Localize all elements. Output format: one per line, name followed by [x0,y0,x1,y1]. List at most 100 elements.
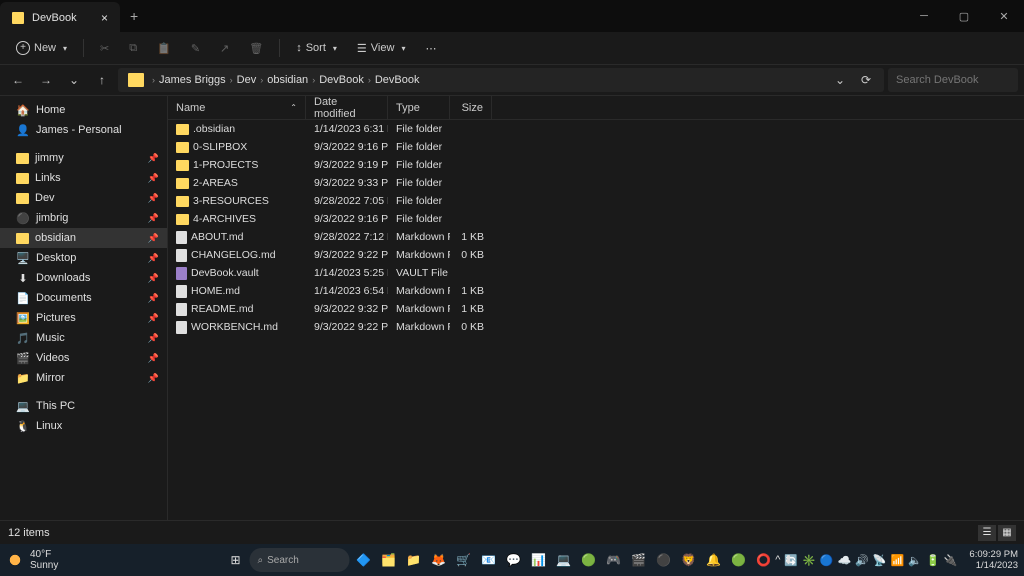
taskbar-app[interactable]: ⬇ [778,549,800,571]
taskbar-app[interactable]: 🦁 [678,549,700,571]
rename-button[interactable]: ✎ [183,38,208,59]
taskbar-app[interactable]: 🎬 [628,549,650,571]
sidebar-item-documents[interactable]: 📄Documents 📌 [0,288,167,308]
tray-icon[interactable]: 📶 [891,554,905,567]
file-size: 0 KB [450,249,492,261]
taskbar-app[interactable]: 🟢 [728,549,750,571]
taskbar-app[interactable]: 🔷 [353,549,375,571]
crumb-3[interactable]: DevBook [319,74,364,86]
sidebar-item-jimbrig[interactable]: ⚫jimbrig 📌 [0,208,167,228]
taskbar-app[interactable]: 🎮 [603,549,625,571]
taskbar-app[interactable]: 📧 [478,549,500,571]
sidebar-item-label: jimmy [35,152,64,164]
new-tab-button[interactable]: + [120,8,148,24]
sidebar-item-this-pc[interactable]: 💻This PC [0,396,167,416]
folder-icon [12,12,24,24]
taskbar-app[interactable]: 🦊 [428,549,450,571]
up-button[interactable]: ↑ [90,68,114,92]
taskbar-app[interactable]: 💬 [503,549,525,571]
paste-button[interactable]: 📋 [149,38,179,59]
crumb-1[interactable]: Dev [237,74,257,86]
sidebar-item-pictures[interactable]: 🖼️Pictures 📌 [0,308,167,328]
taskbar-app[interactable]: ⚫ [653,549,675,571]
taskbar-app[interactable]: 🟢 [578,549,600,571]
taskbar-search[interactable]: ⌕ Search [250,548,350,572]
forward-button[interactable]: → [34,68,58,92]
file-row[interactable]: 1-PROJECTS 9/3/2022 9:19 PM File folder [168,156,1024,174]
refresh-button[interactable]: ⟳ [854,68,878,92]
recent-button[interactable]: ⌄ [62,68,86,92]
file-row[interactable]: 0-SLIPBOX 9/3/2022 9:16 PM File folder [168,138,1024,156]
sidebar-item-dev[interactable]: Dev 📌 [0,188,167,208]
sort-button[interactable]: ↕ Sort [288,38,345,58]
weather-widget[interactable]: 40°F Sunny [6,549,58,571]
crumb-0[interactable]: James Briggs [159,74,226,86]
tray-icon[interactable]: 📡 [873,554,887,567]
tab-devbook[interactable]: DevBook × [0,2,120,34]
col-type[interactable]: Type [388,96,450,119]
sidebar-item-james---personal[interactable]: 👤James - Personal [0,120,167,140]
crumb-2[interactable]: obsidian [267,74,308,86]
taskbar-app[interactable]: 🔔 [703,549,725,571]
taskbar-app[interactable]: ⭕ [753,549,775,571]
close-button[interactable]: ✕ [984,0,1024,32]
taskbar-app[interactable]: 🗂️ [378,549,400,571]
file-row[interactable]: .obsidian 1/14/2023 6:31 PM File folder [168,120,1024,138]
tray-icon[interactable]: 🔋 [926,554,940,567]
details-view-toggle[interactable]: ☰ [978,525,996,541]
sidebar-item-videos[interactable]: 🎬Videos 📌 [0,348,167,368]
view-button[interactable]: ☰ View [349,38,414,59]
tray-icon[interactable]: ✳️ [802,554,816,567]
clock[interactable]: 6:09:29 PM 1/14/2023 [969,549,1018,572]
new-button[interactable]: + New [8,37,75,59]
file-row[interactable]: DevBook.vault 1/14/2023 5:25 PM VAULT Fi… [168,264,1024,282]
start-button[interactable]: ⊞ [225,549,247,571]
file-row[interactable]: 4-ARCHIVES 9/3/2022 9:16 PM File folder [168,210,1024,228]
close-tab-icon[interactable]: × [101,11,108,25]
minimize-button[interactable]: ─ [904,0,944,32]
icons-view-toggle[interactable]: ▦ [998,525,1016,541]
cut-button[interactable]: ✂ [92,38,117,59]
sidebar-item-downloads[interactable]: ⬇Downloads 📌 [0,268,167,288]
more-button[interactable]: ⋯ [417,38,444,59]
col-date[interactable]: Date modified [306,96,388,119]
back-button[interactable]: ← [6,68,30,92]
toolbar: + New ✂ ⧉ 📋 ✎ ↗ 🗑 ↕ Sort ☰ View ⋯ [0,32,1024,64]
taskbar-app[interactable]: 🛒 [453,549,475,571]
tray-icon[interactable]: 🔊 [855,554,869,567]
sidebar-item-music[interactable]: 🎵Music 📌 [0,328,167,348]
tray-icon[interactable]: 🔵 [820,554,834,567]
taskbar-app[interactable]: 📁 [403,549,425,571]
sidebar-item-links[interactable]: Links 📌 [0,168,167,188]
search-box[interactable]: ⌕ [888,68,1018,92]
taskbar-app[interactable]: 💻 [553,549,575,571]
breadcrumb[interactable]: › James Briggs› Dev› obsidian› DevBook› … [118,68,884,92]
file-row[interactable]: WORKBENCH.md 9/3/2022 9:22 PM Markdown F… [168,318,1024,336]
delete-button[interactable]: 🗑 [241,38,271,59]
tray-icon[interactable]: 🔈 [908,554,922,567]
copy-button[interactable]: ⧉ [121,38,145,59]
file-name: 2-AREAS [193,177,238,189]
sidebar-item-desktop[interactable]: 🖥️Desktop 📌 [0,248,167,268]
file-row[interactable]: HOME.md 1/14/2023 6:54 PM Markdown File … [168,282,1024,300]
crumb-4[interactable]: DevBook [375,74,420,86]
file-row[interactable]: 3-RESOURCES 9/28/2022 7:05 PM File folde… [168,192,1024,210]
col-size[interactable]: Size [450,96,492,119]
sidebar-item-mirror[interactable]: 📁Mirror 📌 [0,368,167,388]
search-input[interactable] [896,74,1024,86]
file-row[interactable]: 2-AREAS 9/3/2022 9:33 PM File folder [168,174,1024,192]
sidebar-item-obsidian[interactable]: obsidian 📌 [0,228,167,248]
file-row[interactable]: README.md 9/3/2022 9:32 PM Markdown File… [168,300,1024,318]
sidebar-item-linux[interactable]: 🐧Linux [0,416,167,436]
taskbar-app[interactable]: 📊 [528,549,550,571]
history-dropdown[interactable]: ⌄ [828,68,852,92]
tray-icon[interactable]: 🔌 [944,554,958,567]
file-row[interactable]: CHANGELOG.md 9/3/2022 9:22 PM Markdown F… [168,246,1024,264]
sidebar-item-home[interactable]: 🏠Home [0,100,167,120]
file-row[interactable]: ABOUT.md 9/28/2022 7:12 PM Markdown File… [168,228,1024,246]
tray-icon[interactable]: ☁️ [837,554,851,567]
sidebar-item-jimmy[interactable]: jimmy 📌 [0,148,167,168]
col-name[interactable]: Name⌃ [168,96,306,119]
share-button[interactable]: ↗ [212,38,237,59]
maximize-button[interactable]: ▢ [944,0,984,32]
